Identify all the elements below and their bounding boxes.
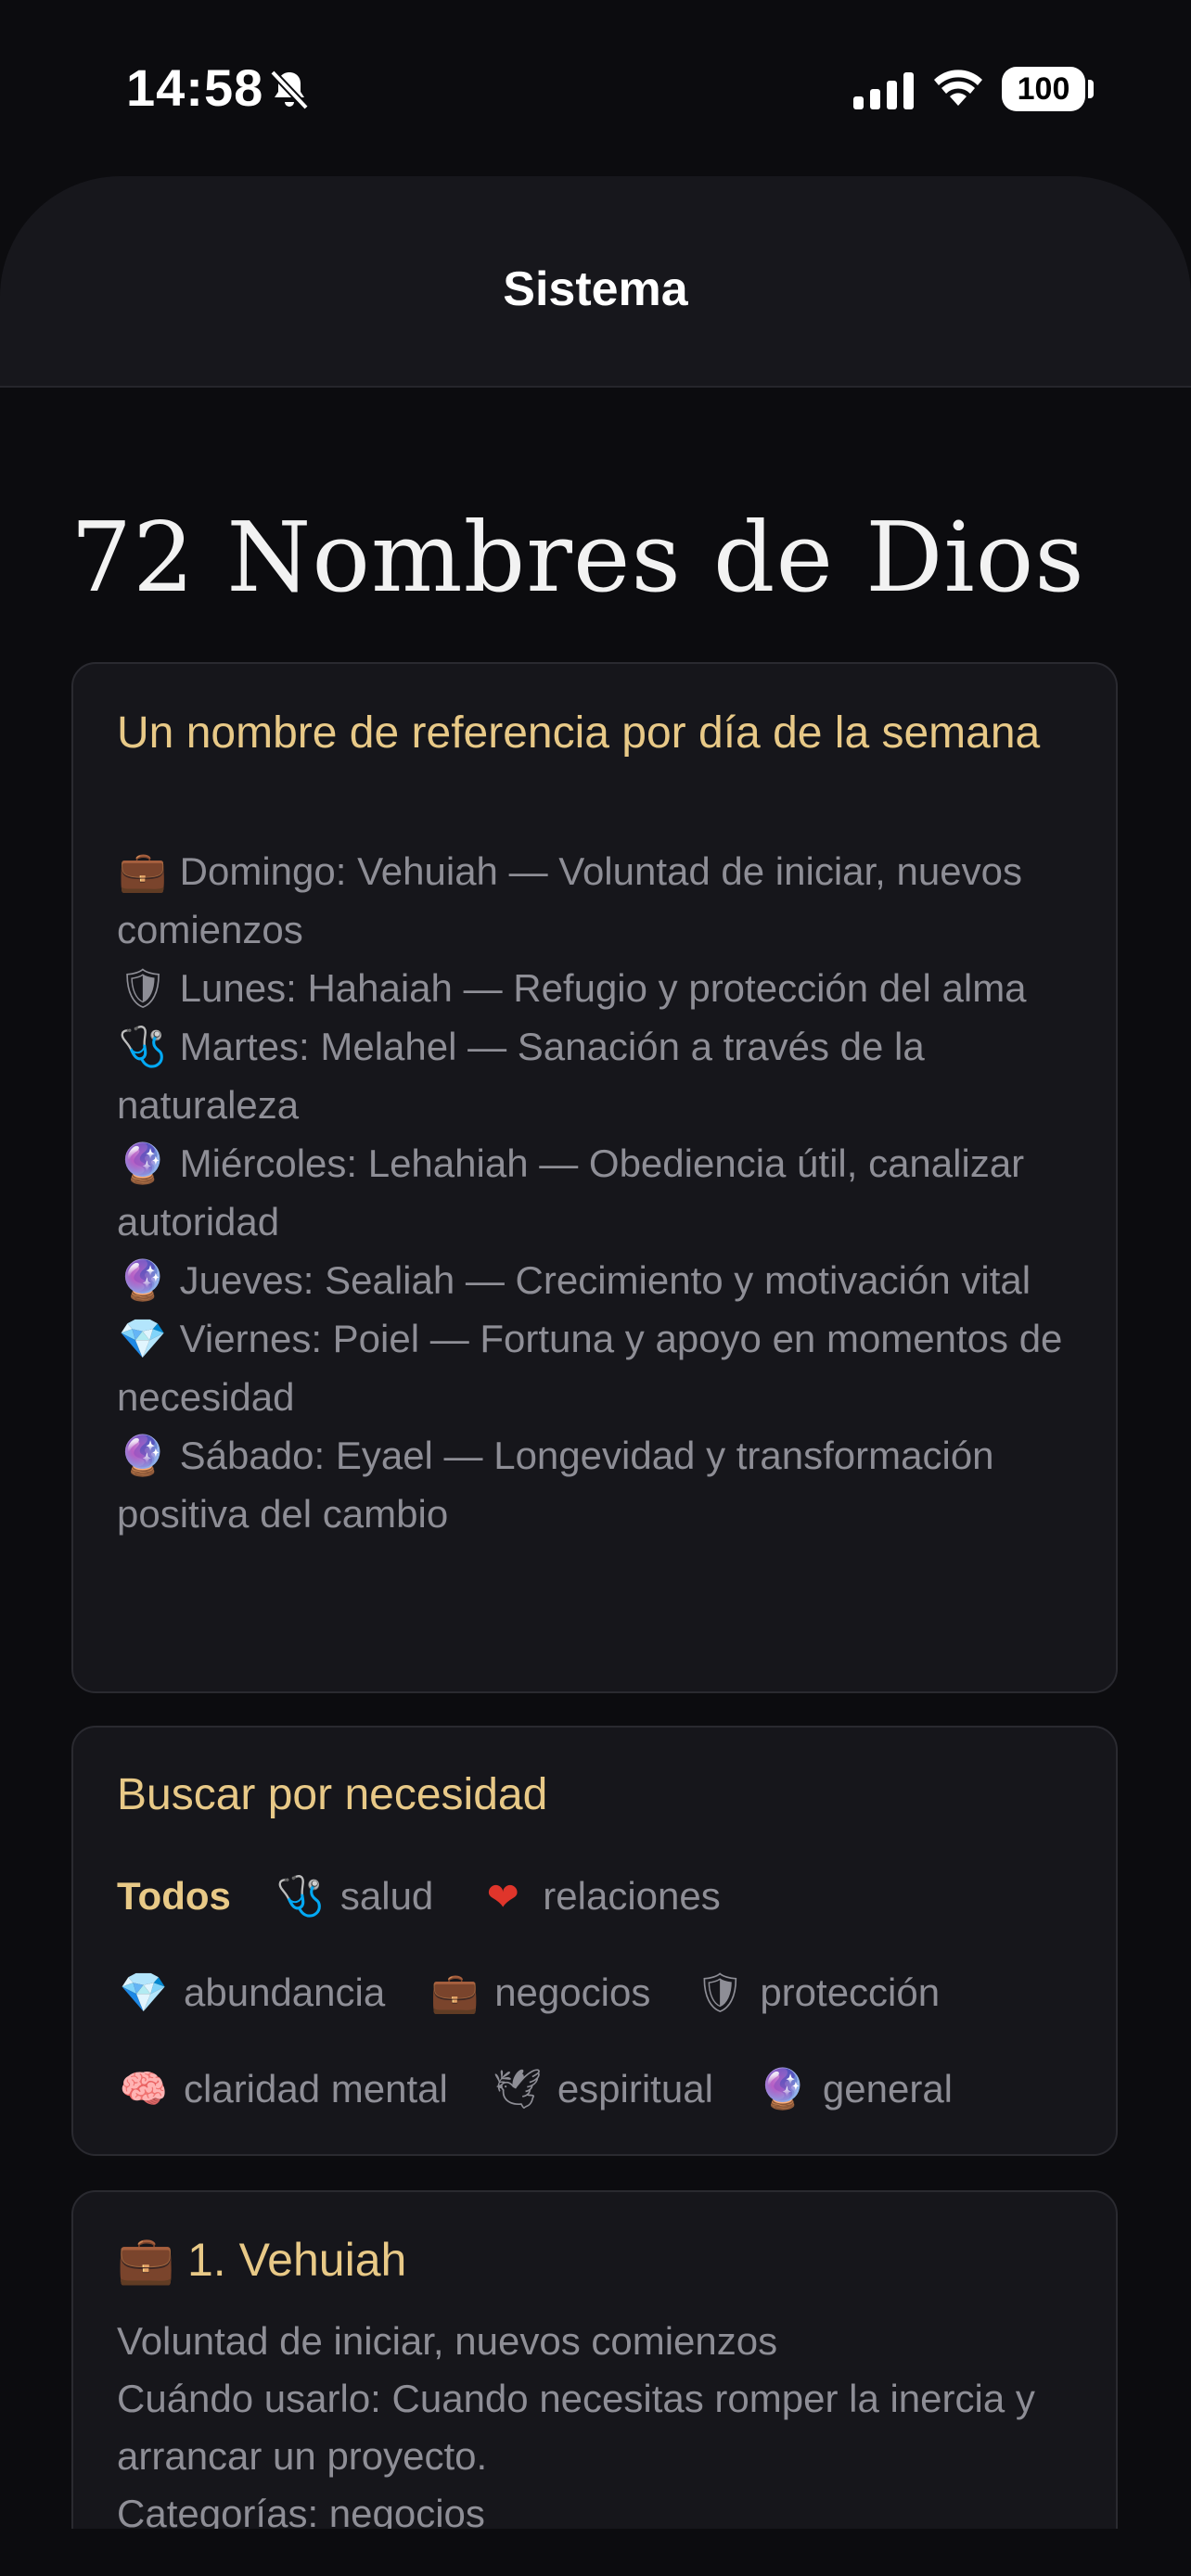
week-day-item: 🔮 Miércoles: Lehahiah — Obediencia útil,… xyxy=(117,1134,1100,1251)
gem-icon: 💎 xyxy=(118,1316,168,1361)
crystal-ball-icon: 🔮 xyxy=(118,1257,168,1303)
heart-icon: ❤ xyxy=(486,1873,519,1919)
filter-chip-todos[interactable]: Todos xyxy=(117,1874,231,1919)
crystal-ball-icon: 🔮 xyxy=(118,1141,168,1186)
week-day-item: 🔮 Sábado: Eyael — Longevidad y transform… xyxy=(117,1426,1100,1543)
chip-label: general xyxy=(822,2067,954,2111)
week-day-text: Miércoles: Lehahiah — Obediencia útil, c… xyxy=(117,1141,1025,1243)
cellular-signal-icon xyxy=(853,72,914,109)
week-day-item: 💎 Viernes: Poiel — Fortuna y apoyo en mo… xyxy=(117,1309,1100,1426)
filter-chip-group: Todos 🩺 salud ❤ relaciones 💎 abundancia … xyxy=(117,1848,1100,2137)
briefcase-icon: 💼 xyxy=(118,848,168,894)
week-day-text: Martes: Melahel — Sanación a través de l… xyxy=(117,1025,925,1127)
chip-label: Todos xyxy=(117,1874,231,1918)
filter-chip-negocios[interactable]: 💼 negocios xyxy=(428,1970,650,2016)
entry-body: Voluntad de iniciar, nuevos comienzos Cu… xyxy=(117,2313,1100,2543)
chip-label: negocios xyxy=(494,1970,651,2014)
bottom-safe-area xyxy=(0,2529,1191,2576)
entry-title-text: 1. Vehuiah xyxy=(187,2234,407,2286)
screen: 14:58 100 Sistema 72 Nombres de Dios Un … xyxy=(0,0,1191,2576)
week-day-item: 🛡 Lunes: Hahaiah — Refugio y protección … xyxy=(117,959,1100,1017)
week-reference-card: Un nombre de referencia por día de la se… xyxy=(71,662,1118,1693)
filter-chip-abundancia[interactable]: 💎 abundancia xyxy=(117,1970,385,2016)
week-day-item: 🔮 Jueves: Sealiah — Crecimiento y motiva… xyxy=(117,1251,1100,1309)
chip-label: espiritual xyxy=(557,2067,713,2111)
brain-icon: 🧠 xyxy=(119,2066,169,2111)
filter-chip-espiritual[interactable]: 🕊 espiritual xyxy=(491,2066,713,2112)
week-day-text: Sábado: Eyael — Longevidad y transformac… xyxy=(117,1434,994,1536)
wifi-icon xyxy=(934,70,982,106)
chip-row: 🧠 claridad mental 🕊 espiritual 🔮 general xyxy=(117,2041,1100,2137)
filter-chip-proteccion[interactable]: 🛡 protección xyxy=(693,1970,940,2016)
entry-description: Voluntad de iniciar, nuevos comienzos xyxy=(117,2319,778,2363)
search-by-need-card: Buscar por necesidad Todos 🩺 salud ❤ rel… xyxy=(71,1726,1118,2156)
page-title: 72 Nombres de Dios xyxy=(70,501,1085,614)
chip-label: claridad mental xyxy=(184,2067,448,2111)
week-day-list: 💼 Domingo: Vehuiah — Voluntad de iniciar… xyxy=(117,842,1100,1543)
crystal-ball-icon: 🔮 xyxy=(118,1433,168,1478)
week-day-text: Lunes: Hahaiah — Refugio y protección de… xyxy=(179,966,1027,1010)
week-card-title: Un nombre de referencia por día de la se… xyxy=(117,708,1041,758)
chip-label: protección xyxy=(760,1970,941,2014)
battery-icon: 100 xyxy=(1002,67,1085,111)
nav-title: Sistema xyxy=(503,262,688,316)
chip-label: salud xyxy=(339,1874,434,1918)
chip-row: Todos 🩺 salud ❤ relaciones xyxy=(117,1848,1100,1945)
search-card-title: Buscar por necesidad xyxy=(117,1770,548,1819)
filter-chip-claridad-mental[interactable]: 🧠 claridad mental xyxy=(117,2066,448,2112)
status-bar: 14:58 100 xyxy=(0,0,1191,176)
week-day-item: 💼 Domingo: Vehuiah — Voluntad de iniciar… xyxy=(117,842,1100,959)
week-day-text: Viernes: Poiel — Fortuna y apoyo en mome… xyxy=(117,1317,1063,1419)
briefcase-icon: 💼 xyxy=(430,1970,480,2015)
filter-chip-relaciones[interactable]: ❤ relaciones xyxy=(476,1873,721,1919)
entry-usage: Cuándo usarlo: Cuando necesitas romper l… xyxy=(117,2377,1035,2478)
dove-icon: 🕊 xyxy=(493,2066,543,2111)
gem-icon: 💎 xyxy=(119,1970,169,2015)
bell-slash-icon xyxy=(270,70,309,110)
week-day-item: 🩺 Martes: Melahel — Sanación a través de… xyxy=(117,1017,1100,1134)
filter-chip-salud[interactable]: 🩺 salud xyxy=(274,1873,434,1919)
name-entry-card[interactable]: 💼 1. Vehuiah Voluntad de iniciar, nuevos… xyxy=(71,2190,1118,2576)
briefcase-icon: 💼 xyxy=(117,2233,175,2287)
week-day-text: Domingo: Vehuiah — Voluntad de iniciar, … xyxy=(117,849,1022,951)
nav-header: Sistema xyxy=(0,176,1191,388)
chip-row: 💎 abundancia 💼 negocios 🛡 protección xyxy=(117,1945,1100,2041)
filter-chip-general[interactable]: 🔮 general xyxy=(756,2066,953,2112)
crystal-ball-icon: 🔮 xyxy=(758,2066,808,2111)
week-day-text: Jueves: Sealiah — Crecimiento y motivaci… xyxy=(179,1258,1031,1302)
shield-icon: 🛡 xyxy=(118,965,168,1011)
shield-icon: 🛡 xyxy=(695,1970,745,2015)
stethoscope-icon: 🩺 xyxy=(118,1024,168,1069)
stethoscope-icon: 🩺 xyxy=(275,1873,326,1919)
status-time: 14:58 xyxy=(126,58,264,117)
chip-label: abundancia xyxy=(184,1970,386,2014)
entry-title: 💼 1. Vehuiah xyxy=(117,2225,406,2294)
chip-label: relaciones xyxy=(543,1874,721,1918)
battery-nub xyxy=(1088,80,1094,98)
